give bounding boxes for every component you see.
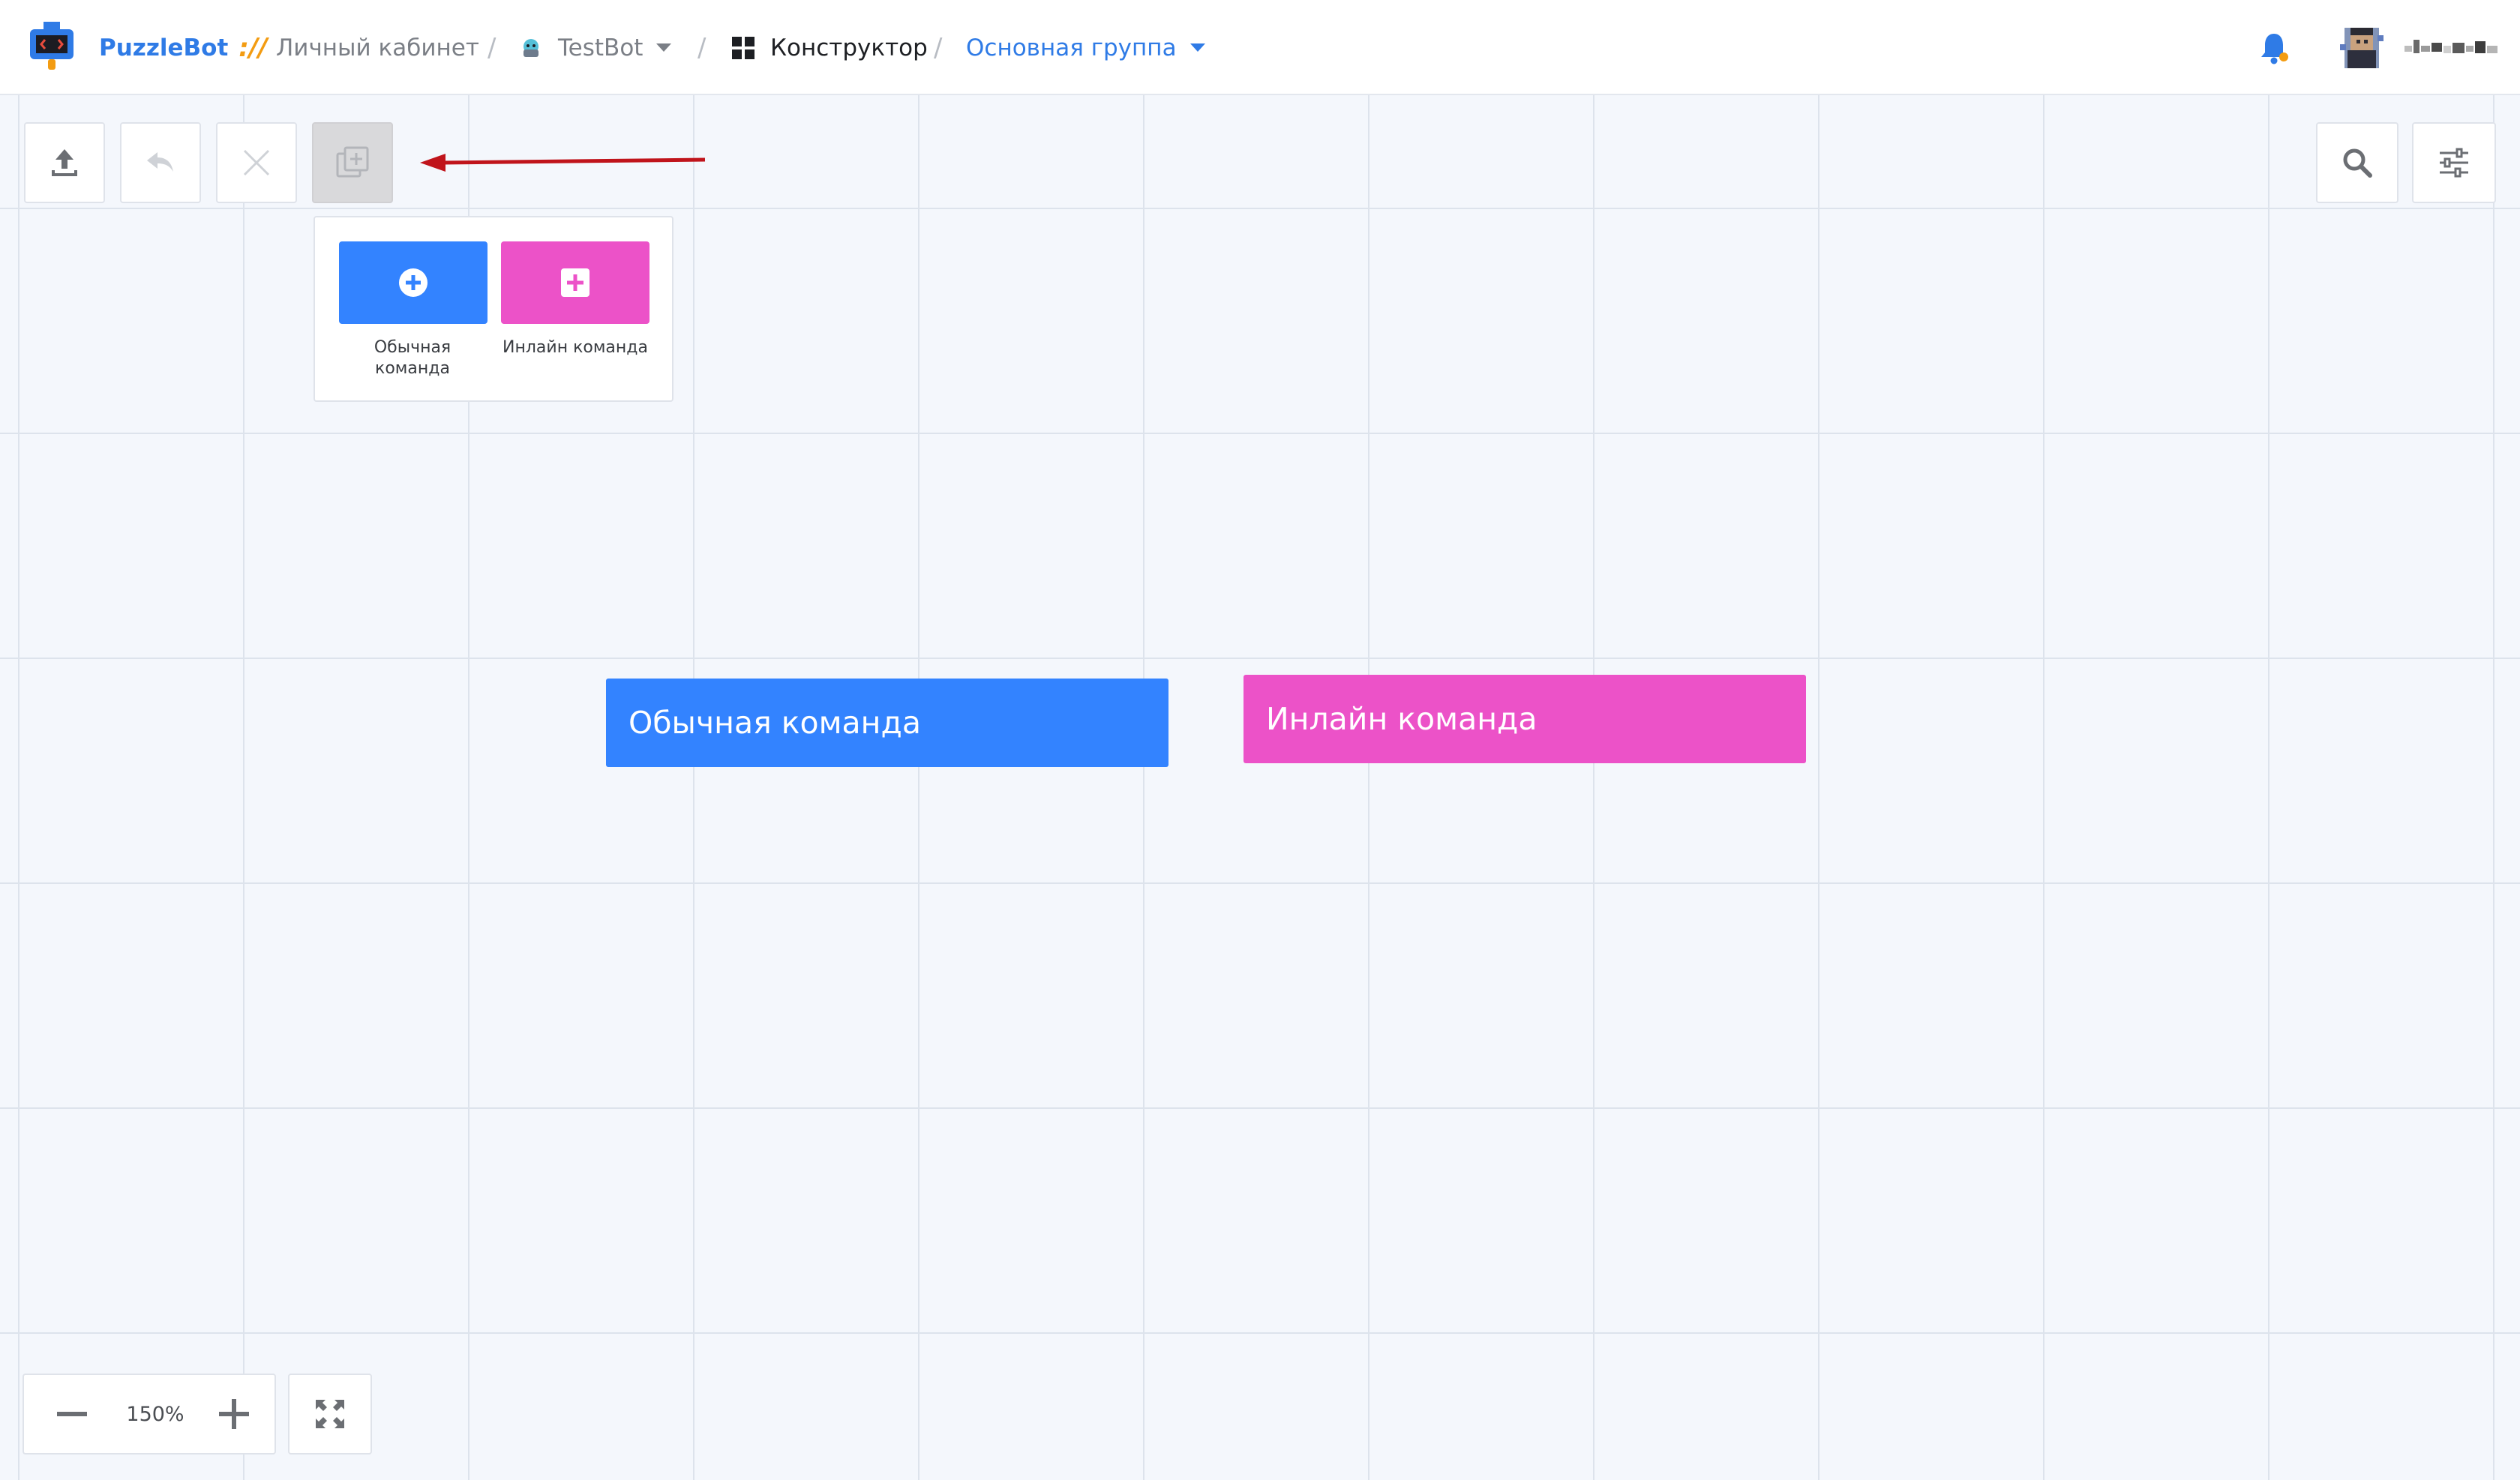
pixelated-username-icon <box>2404 39 2498 53</box>
minus-icon <box>56 1398 88 1431</box>
breadcrumb-bot[interactable]: TestBot <box>519 0 672 95</box>
search-button[interactable] <box>2316 122 2398 203</box>
expand-icon <box>313 1397 347 1431</box>
regular-command-label-line2: команда <box>375 359 450 378</box>
regular-command-label-line1: Обычная <box>374 338 452 357</box>
grid-icon <box>731 36 755 60</box>
notifications-button[interactable] <box>2258 0 2290 95</box>
regular-command-node-label: Обычная команда <box>628 705 921 741</box>
breadcrumb-separator: / <box>934 0 942 95</box>
zoom-level: 150% <box>126 1402 184 1426</box>
breadcrumb-separator: / <box>698 0 706 95</box>
undo-button[interactable] <box>120 122 201 203</box>
breadcrumb-cabinet-label: Личный кабинет <box>276 34 479 61</box>
add-block-menu: Обычная команда Инлайн команда <box>314 216 674 402</box>
user-name-pixelated[interactable] <box>2404 0 2500 95</box>
breadcrumb-cabinet[interactable]: Личный кабинет <box>276 0 479 95</box>
top-bar: PuzzleBot :// Личный кабинет / TestBot / <box>0 0 2520 95</box>
add-regular-command-button[interactable] <box>339 241 488 324</box>
zoom-controls: 150% <box>22 1374 276 1455</box>
brand-name: PuzzleBot <box>99 34 229 61</box>
zoom-out-button[interactable] <box>50 1375 94 1453</box>
inline-command-node-label: Инлайн команда <box>1266 701 1538 737</box>
separator-slash: / <box>698 32 706 63</box>
regular-command-label: Обычная команда <box>332 337 493 379</box>
brand-separator: :// <box>238 32 268 63</box>
upload-button[interactable] <box>24 122 105 203</box>
bell-icon <box>2258 31 2290 65</box>
breadcrumb-bot-label: TestBot <box>558 34 644 61</box>
add-inline-command-button[interactable] <box>501 241 650 324</box>
fit-screen-button[interactable] <box>288 1374 372 1455</box>
inline-command-label: Инлайн команда <box>502 338 648 357</box>
breadcrumb-constructor[interactable]: Конструктор <box>731 0 928 95</box>
annotation-arrow-icon <box>420 154 706 172</box>
delete-button[interactable] <box>216 122 297 203</box>
undo-icon <box>144 146 177 179</box>
plus-square-icon <box>560 267 591 298</box>
logo-icon[interactable] <box>27 0 76 95</box>
search-icon <box>2340 145 2374 180</box>
separator-slash: / <box>934 32 943 63</box>
avatar <box>2337 22 2386 73</box>
user-avatar[interactable] <box>2337 0 2386 95</box>
regular-command-node[interactable]: Обычная команда <box>606 679 1168 767</box>
bot-avatar-icon <box>519 36 543 60</box>
breadcrumb-constructor-label: Конструктор <box>770 34 928 61</box>
plus-icon <box>218 1398 250 1431</box>
brand[interactable]: PuzzleBot :// <box>99 0 268 95</box>
breadcrumb-separator: / <box>488 0 496 95</box>
inline-command-node[interactable]: Инлайн команда <box>1244 675 1806 763</box>
chevron-down-icon <box>656 43 672 52</box>
close-icon <box>240 146 273 179</box>
sliders-icon <box>2437 145 2471 180</box>
separator-slash: / <box>488 32 496 63</box>
settings-button[interactable] <box>2412 122 2496 203</box>
breadcrumb-group[interactable]: Основная группа <box>966 0 1205 95</box>
add-block-button[interactable] <box>312 122 393 203</box>
upload-icon <box>48 146 81 179</box>
chevron-down-icon <box>1190 43 1205 52</box>
breadcrumb-group-label: Основная группа <box>966 34 1177 61</box>
plus-circle-icon <box>398 267 429 298</box>
add-block-icon <box>334 145 370 181</box>
zoom-in-button[interactable] <box>212 1375 256 1453</box>
